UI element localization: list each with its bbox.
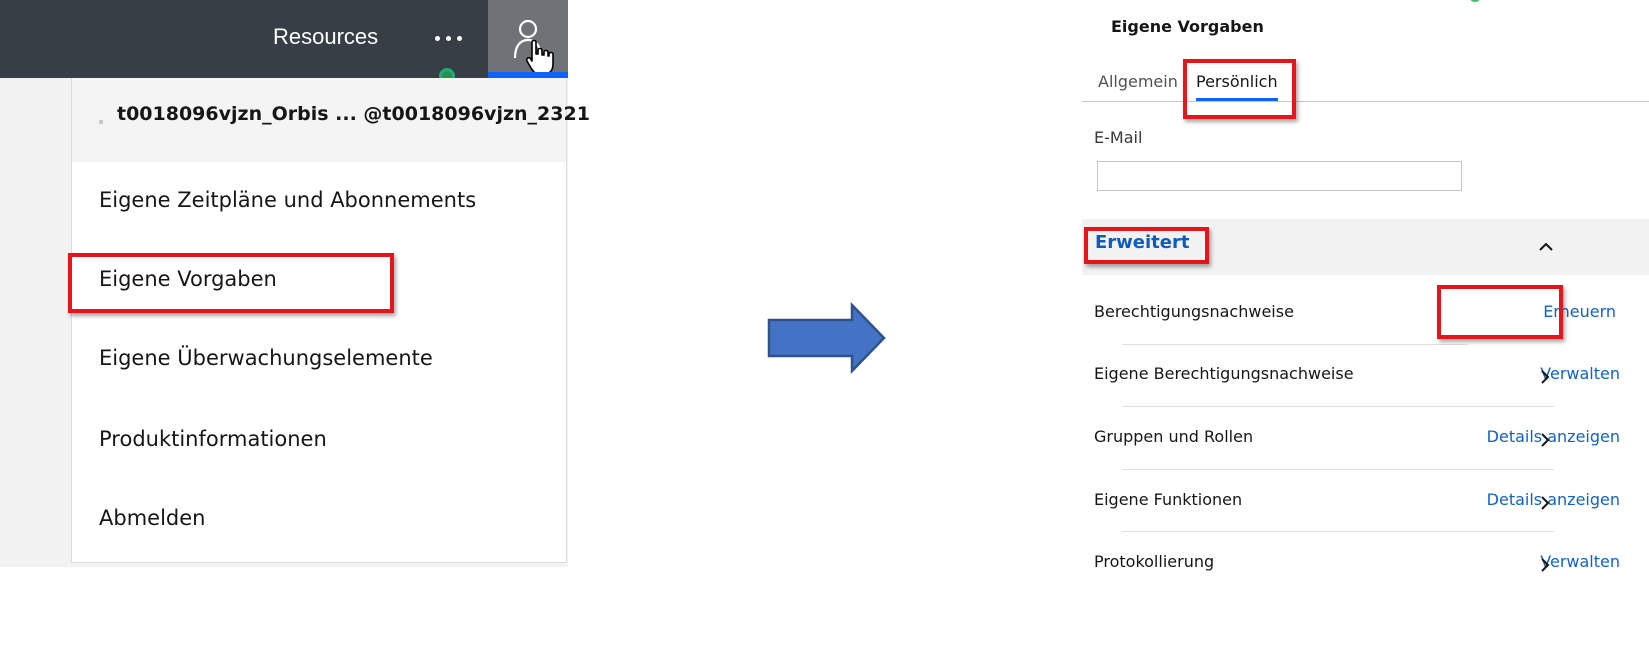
menu-user-header: t0018096vjzn_Orbis ... @t0018096vjzn_232… (72, 78, 590, 162)
tab-divider (1082, 101, 1649, 102)
email-label: E-Mail (1094, 128, 1143, 147)
preferences-panel: Eigene Vorgaben Allgemein Persönlich E-M… (1082, 0, 1649, 600)
advanced-section-title: Erweitert (1095, 232, 1190, 253)
chevron-right-icon (1541, 433, 1550, 447)
tab-persoenlich[interactable]: Persönlich (1196, 72, 1278, 91)
advanced-accordion-header[interactable]: Erweitert (1082, 219, 1649, 275)
capabilities-details-link[interactable]: Details anzeigen (1487, 490, 1620, 509)
row-divider (1122, 344, 1468, 345)
more-dot-icon (434, 35, 440, 41)
row-divider (1122, 406, 1554, 407)
menu-item-zeitplaene[interactable]: Eigene Zeitpläne und Abonnements (99, 188, 476, 212)
status-indicator (1469, 0, 1481, 2)
user-icon (513, 19, 554, 72)
more-dot-icon (445, 35, 451, 41)
row-label-eigene-berechtigungsnachweise: Eigene Berechtigungsnachweise (1094, 364, 1354, 383)
chevron-right-icon (1541, 496, 1550, 510)
panel-title: Eigene Vorgaben (1111, 17, 1264, 36)
left-screenshot-panel: Resources t0018096vjzn_Orbis ... @t00180… (0, 0, 590, 567)
avatar-placeholder (99, 120, 103, 124)
user-dropdown-menu: t0018096vjzn_Orbis ... @t0018096vjzn_232… (71, 78, 590, 563)
resources-link[interactable]: Resources (273, 24, 378, 50)
menu-item-produktinformationen[interactable]: Produktinformationen (99, 427, 327, 451)
menu-user-name: t0018096vjzn_Orbis ... @t0018096vjzn_232… (117, 103, 590, 125)
menu-item-abmelden[interactable]: Abmelden (99, 506, 205, 530)
renew-credentials-link[interactable]: Erneuern (1543, 302, 1616, 321)
row-divider (1122, 531, 1554, 532)
groups-roles-details-link[interactable]: Details anzeigen (1487, 427, 1620, 446)
menu-item-eigene-vorgaben[interactable]: Eigene Vorgaben (99, 267, 277, 291)
hand-cursor-icon (525, 39, 554, 72)
row-label-berechtigungsnachweise: Berechtigungsnachweise (1094, 302, 1294, 321)
menu-item-ueberwachungselemente[interactable]: Eigene Überwachungselemente (99, 346, 433, 370)
more-options-button[interactable] (428, 20, 468, 56)
row-label-protokollierung: Protokollierung (1094, 552, 1215, 571)
row-label-eigene-funktionen: Eigene Funktionen (1094, 490, 1243, 509)
top-navigation-bar: Resources (0, 0, 568, 78)
tab-allgemein[interactable]: Allgemein (1098, 72, 1178, 91)
more-dot-icon (456, 35, 462, 41)
row-divider (1122, 469, 1554, 470)
row-label-gruppen-und-rollen: Gruppen und Rollen (1094, 427, 1254, 446)
chevron-right-icon (1541, 370, 1550, 384)
email-input[interactable] (1097, 161, 1462, 191)
user-profile-button[interactable] (488, 0, 568, 78)
chevron-right-icon (1541, 558, 1550, 572)
right-arrow-icon (767, 302, 886, 374)
chevron-up-icon (1539, 242, 1553, 251)
